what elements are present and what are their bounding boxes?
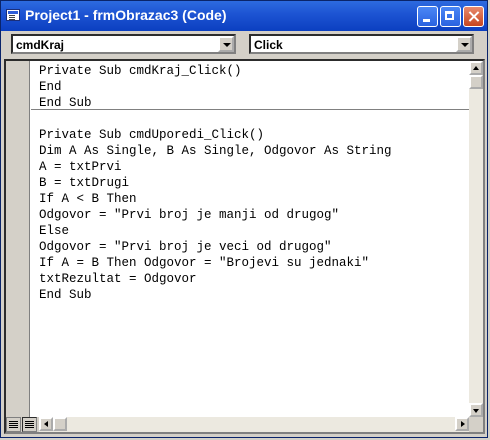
editor-bottom-bar <box>6 417 483 432</box>
code-line[interactable]: End <box>39 79 62 95</box>
maximize-icon[interactable] <box>440 6 461 27</box>
code-area[interactable]: Private Sub cmdKraj_Click() End End Sub … <box>31 61 469 417</box>
scroll-down-icon[interactable] <box>469 403 483 417</box>
code-line[interactable]: Private Sub cmdUporedi_Click() <box>39 127 264 143</box>
code-line[interactable]: Odgovor = "Prvi broj je veci od drugog" <box>39 239 332 255</box>
title-bar[interactable]: Project1 - frmObrazac3 (Code) <box>1 1 487 31</box>
scroll-up-icon[interactable] <box>469 61 483 75</box>
code-line[interactable]: B = txtDrugi <box>39 175 129 191</box>
object-combo-value: cmdKraj <box>16 38 65 52</box>
vertical-scrollbar[interactable] <box>469 61 483 417</box>
close-icon[interactable] <box>463 6 484 27</box>
code-line[interactable]: If A = B Then Odgovor = "Brojevi su jedn… <box>39 255 369 271</box>
horizontal-scroll-thumb[interactable] <box>53 417 67 431</box>
code-window: Project1 - frmObrazac3 (Code) cmdKraj Cl… <box>0 0 488 438</box>
code-line[interactable]: txtRezultat = Odgovor <box>39 271 197 287</box>
chevron-down-icon[interactable] <box>456 36 472 52</box>
code-line[interactable]: If A < B Then <box>39 191 137 207</box>
full-module-view-icon[interactable] <box>22 417 37 432</box>
code-editor[interactable]: Private Sub cmdKraj_Click() End End Sub … <box>4 59 485 434</box>
scrollbar-corner <box>469 417 483 432</box>
minimize-icon[interactable] <box>417 6 438 27</box>
chevron-down-icon[interactable] <box>218 36 234 52</box>
horizontal-scrollbar[interactable] <box>39 417 469 432</box>
code-window-icon[interactable] <box>6 9 20 21</box>
code-line[interactable]: Odgovor = "Prvi broj je manji od drugog" <box>39 207 339 223</box>
vertical-scroll-thumb[interactable] <box>469 75 483 89</box>
scroll-left-icon[interactable] <box>39 417 53 431</box>
procedure-combo-value: Click <box>254 38 283 52</box>
object-combo[interactable]: cmdKraj <box>11 34 236 54</box>
procedure-view-icon[interactable] <box>6 417 21 432</box>
window-title: Project1 - frmObrazac3 (Code) <box>25 7 227 23</box>
code-line[interactable]: A = txtPrvi <box>39 159 122 175</box>
code-line[interactable]: End Sub <box>39 287 92 303</box>
procedure-combo[interactable]: Click <box>249 34 474 54</box>
procedure-separator <box>31 109 469 110</box>
margin-indicator-bar[interactable] <box>6 61 30 417</box>
code-line[interactable]: Dim A As Single, B As Single, Odgovor As… <box>39 143 392 159</box>
code-line[interactable]: Private Sub cmdKraj_Click() <box>39 63 242 79</box>
code-line[interactable]: Else <box>39 223 69 239</box>
scroll-right-icon[interactable] <box>455 417 469 431</box>
